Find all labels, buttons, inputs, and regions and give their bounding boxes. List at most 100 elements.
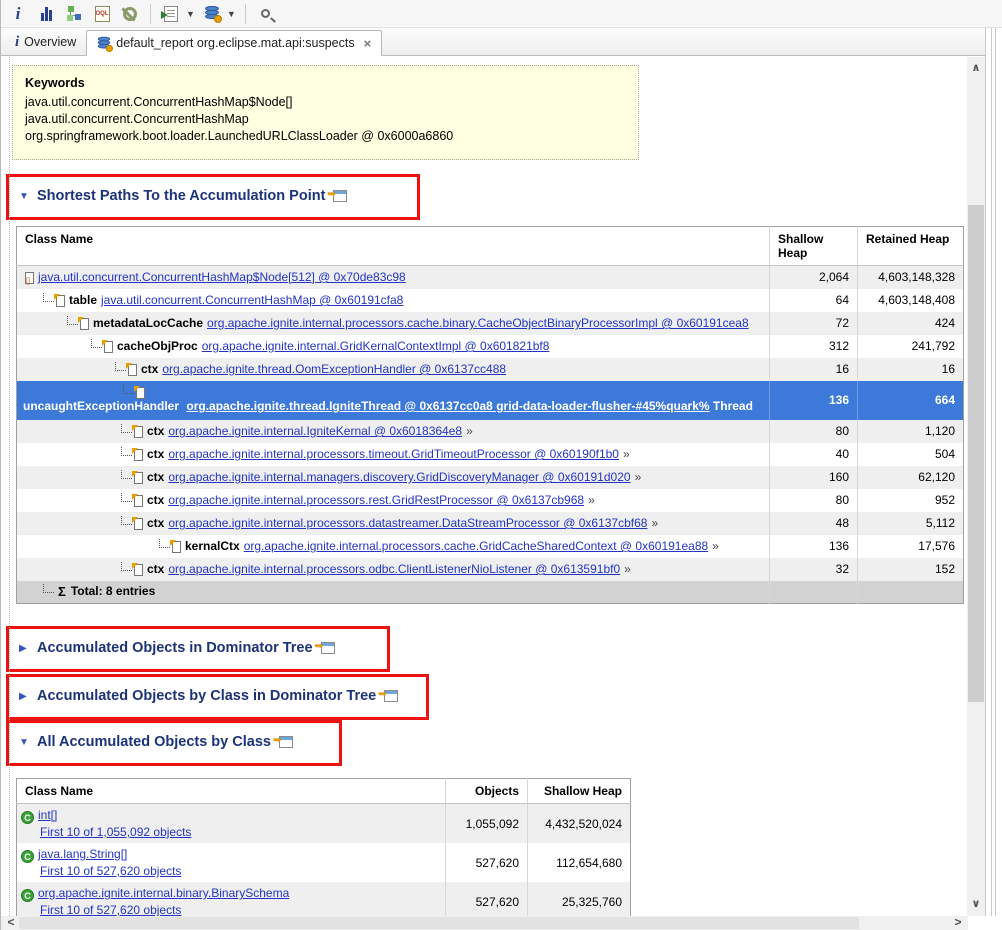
column-header-retained-heap[interactable]: Retained Heap [858, 227, 964, 266]
table-row[interactable]: metadataLocCacheorg.apache.ignite.intern… [17, 312, 964, 335]
column-header-shallow-heap[interactable]: Shallow Heap [528, 779, 631, 804]
shallow-heap-cell: 80 [770, 489, 858, 512]
table-header-row: Class Name Shallow Heap Retained Heap [17, 227, 964, 266]
histogram-icon[interactable] [35, 3, 57, 25]
table-row[interactable]: ctxorg.apache.ignite.thread.OomException… [17, 358, 964, 381]
chevron-down-icon[interactable]: ▼ [19, 191, 29, 202]
object-link[interactable]: org.apache.ignite.thread.IgniteThread @ … [186, 399, 709, 413]
table-row[interactable]: kernalCtxorg.apache.ignite.internal.proc… [17, 535, 964, 558]
object-icon [134, 495, 143, 507]
run-expert-icon[interactable] [160, 3, 182, 25]
customize-icon[interactable] [119, 3, 141, 25]
tree-node-icons [123, 386, 761, 399]
heap-dump-icon[interactable] [201, 3, 223, 25]
shallow-heap-cell: 64 [770, 289, 858, 312]
class-name-cell: Cint[]First 10 of 1,055,092 objects [17, 804, 446, 844]
class-link[interactable]: java.lang.String[] [38, 847, 127, 861]
retained-heap-cell: 152 [858, 558, 964, 581]
table-row[interactable]: ctxorg.apache.ignite.internal.IgniteKern… [17, 420, 964, 443]
object-link[interactable]: org.apache.ignite.thread.OomExceptionHan… [162, 362, 506, 377]
retained-heap-cell: 62,120 [858, 466, 964, 489]
object-icon [56, 295, 65, 307]
scroll-down-icon[interactable]: ∨ [967, 895, 985, 914]
dropdown-arrow-icon[interactable]: ▼ [186, 9, 195, 19]
scroll-up-icon[interactable]: ∧ [967, 59, 985, 78]
shallow-heap-cell: 16 [770, 358, 858, 381]
object-link[interactable]: java.util.concurrent.ConcurrentHashMap$N… [38, 270, 406, 285]
scrollbar-thumb[interactable] [968, 205, 984, 702]
table-row[interactable]: table java.util.concurrent.ConcurrentHash… [17, 289, 964, 312]
table-row[interactable]: ctxorg.apache.ignite.internal.processors… [17, 558, 964, 581]
first-objects-link[interactable]: First 10 of 1,055,092 objects [40, 825, 191, 839]
object-link[interactable]: org.apache.ignite.internal.GridKernalCon… [202, 339, 550, 354]
dropdown-arrow-icon[interactable]: ▼ [227, 9, 236, 19]
object-link[interactable]: java.util.concurrent.ConcurrentHashMap @… [101, 293, 403, 308]
table-row[interactable]: ctxorg.apache.ignite.internal.processors… [17, 489, 964, 512]
retained-heap-cell [858, 581, 964, 604]
class-icon: C [21, 889, 34, 902]
object-icon [134, 518, 143, 530]
outbound-refs-icon: » [466, 424, 473, 439]
first-objects-line: First 10 of 527,620 objects [40, 863, 437, 879]
table-row[interactable]: ctxorg.apache.ignite.internal.processors… [17, 443, 964, 466]
class-name-cell: metadataLocCacheorg.apache.ignite.intern… [17, 312, 770, 335]
horizontal-scrollbar[interactable]: < > [1, 916, 968, 930]
column-header-class-name[interactable]: Class Name [17, 227, 770, 266]
open-report-window-icon[interactable] [279, 736, 293, 748]
total-label: Total: 8 entries [71, 584, 155, 599]
tab-overview[interactable]: i Overview [5, 29, 86, 55]
oql-icon[interactable]: OQL [91, 3, 113, 25]
info-icon[interactable]: i [7, 3, 29, 25]
object-link[interactable]: org.apache.ignite.internal.processors.ca… [207, 316, 749, 331]
open-report-window-icon[interactable] [333, 190, 347, 202]
class-link[interactable]: org.apache.ignite.internal.binary.Binary… [38, 886, 289, 900]
close-icon[interactable]: × [364, 36, 372, 51]
heap-dump-icon [98, 36, 111, 50]
table-row[interactable]: Corg.apache.ignite.internal.binary.Binar… [17, 882, 631, 916]
first-objects-link[interactable]: First 10 of 527,620 objects [40, 903, 181, 916]
scrollbar-thumb[interactable] [19, 917, 859, 929]
vertical-scrollbar[interactable]: ∧ ∨ [967, 57, 985, 916]
tab-suspects-report[interactable]: default_report org.eclipse.mat.api:suspe… [86, 30, 382, 56]
scroll-left-icon[interactable]: < [3, 916, 19, 930]
column-header-class-name[interactable]: Class Name [17, 779, 446, 804]
object-link[interactable]: org.apache.ignite.internal.processors.ti… [168, 447, 619, 462]
table-row[interactable]: Cint[]First 10 of 1,055,092 objects1,055… [17, 804, 631, 844]
column-header-shallow-heap[interactable]: Shallow Heap [770, 227, 858, 266]
scroll-right-icon[interactable]: > [950, 916, 966, 930]
class-name-cell: cacheObjProcorg.apache.ignite.internal.G… [17, 335, 770, 358]
annotation-box: ▶ Accumulated Objects by Class in Domina… [6, 674, 429, 720]
section-heading: Accumulated Objects by Class in Dominato… [37, 688, 376, 704]
table-row[interactable]: java.util.concurrent.ConcurrentHashMap$N… [17, 266, 964, 290]
retained-heap-cell: 16 [858, 358, 964, 381]
table-row[interactable]: cacheObjProcorg.apache.ignite.internal.G… [17, 335, 964, 358]
thread-suffix: Thread [713, 399, 753, 413]
table-row[interactable]: ctxorg.apache.ignite.internal.processors… [17, 512, 964, 535]
object-link[interactable]: org.apache.ignite.internal.processors.da… [168, 516, 647, 531]
table-row[interactable]: Cjava.lang.String[]First 10 of 527,620 o… [17, 843, 631, 882]
object-link[interactable]: org.apache.ignite.internal.IgniteKernal … [168, 424, 462, 439]
shallow-heap-cell: 32 [770, 558, 858, 581]
column-header-objects[interactable]: Objects [446, 779, 528, 804]
object-link[interactable]: org.apache.ignite.internal.processors.od… [168, 562, 620, 577]
class-name-cell: ctxorg.apache.ignite.internal.processors… [17, 443, 770, 466]
chevron-down-icon[interactable]: ▼ [19, 737, 29, 748]
dominator-tree-icon[interactable] [63, 3, 85, 25]
shallow-heap-cell: 160 [770, 466, 858, 489]
field-name: table [69, 293, 97, 308]
table-row[interactable]: ctxorg.apache.ignite.internal.managers.d… [17, 466, 964, 489]
objects-cell: 1,055,092 [446, 804, 528, 844]
class-name-cell: ctxorg.apache.ignite.internal.managers.d… [17, 466, 770, 489]
object-link[interactable]: org.apache.ignite.internal.processors.ca… [244, 539, 708, 554]
object-link[interactable]: org.apache.ignite.internal.processors.re… [168, 493, 584, 508]
chevron-right-icon[interactable]: ▶ [19, 691, 29, 702]
object-link[interactable]: org.apache.ignite.internal.managers.disc… [168, 470, 630, 485]
open-report-window-icon[interactable] [321, 642, 335, 654]
class-link[interactable]: int[] [38, 808, 57, 822]
chevron-right-icon[interactable]: ▶ [19, 643, 29, 654]
table-row[interactable]: uncaughtExceptionHandler org.apache.igni… [17, 381, 964, 420]
main-toolbar: i OQL ▼ ▼ [1, 0, 1002, 28]
first-objects-link[interactable]: First 10 of 527,620 objects [40, 864, 181, 878]
search-icon[interactable] [255, 3, 277, 25]
open-report-window-icon[interactable] [384, 690, 398, 702]
